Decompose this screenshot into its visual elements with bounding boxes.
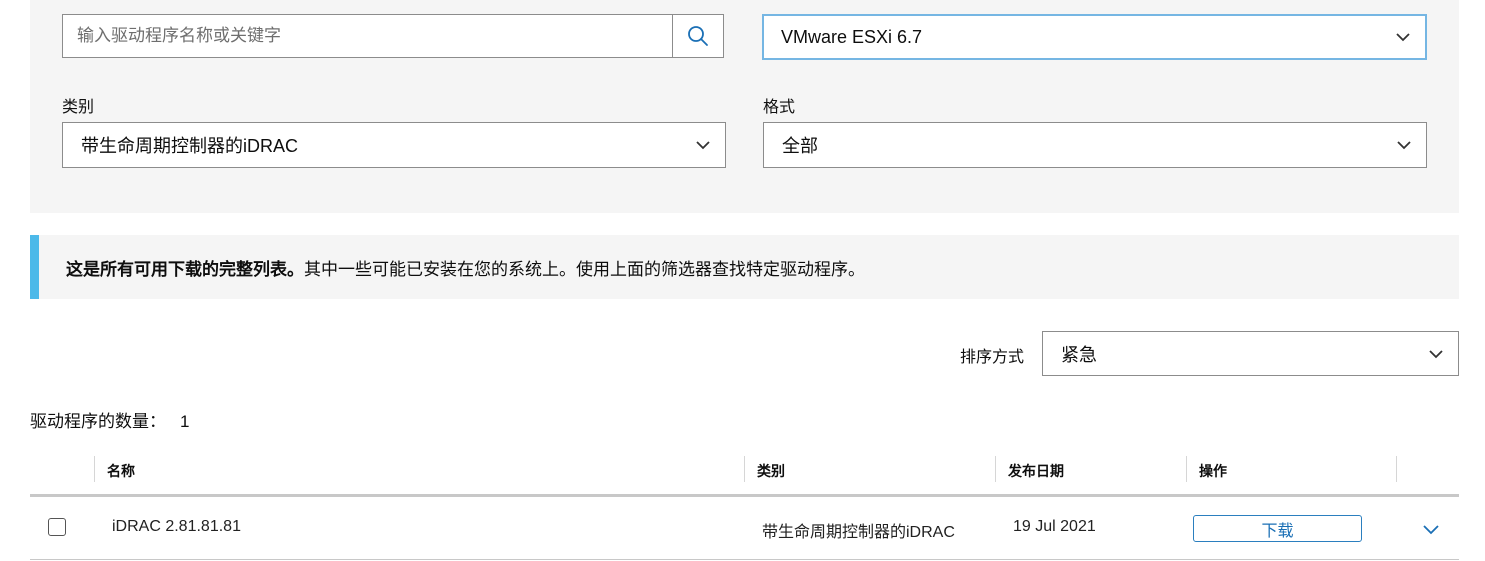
table-header-rule	[30, 494, 1459, 497]
column-divider	[995, 456, 996, 482]
notice-bold-text: 这是所有可用下载的完整列表。	[66, 259, 304, 279]
column-divider	[744, 456, 745, 482]
driver-count-label: 驱动程序的数量：	[30, 412, 166, 431]
category-select-value: 带生命周期控制器的iDRAC	[81, 136, 299, 156]
chevron-down-icon	[1396, 33, 1410, 42]
search-box	[62, 14, 724, 58]
row-date: 19 Jul 2021	[1013, 518, 1096, 535]
column-header-action: 操作	[1199, 463, 1227, 479]
download-button[interactable]: 下载	[1193, 515, 1362, 542]
format-select[interactable]: 全部	[763, 122, 1427, 168]
format-select-value: 全部	[782, 136, 818, 156]
category-label: 类别	[62, 99, 95, 116]
notice-text: 其中一些可能已安装在您的系统上。使用上面的筛选器查找特定驱动程序。	[304, 259, 865, 279]
column-divider	[94, 456, 95, 482]
row-category: 带生命周期控制器的iDRAC	[762, 524, 955, 541]
expand-row-icon[interactable]	[1422, 524, 1440, 536]
chevron-down-icon	[1429, 349, 1443, 358]
driver-count: 驱动程序的数量： 1	[30, 407, 189, 432]
row-name: iDRAC 2.81.81.81	[112, 518, 241, 535]
column-header-category: 类别	[757, 463, 785, 479]
search-button[interactable]	[672, 15, 723, 57]
os-select-value: VMware ESXi 6.7	[781, 26, 923, 47]
category-select[interactable]: 带生命周期控制器的iDRAC	[62, 122, 726, 168]
chevron-down-icon	[696, 141, 710, 150]
sort-select[interactable]: 紧急	[1042, 331, 1459, 376]
column-divider	[1396, 456, 1397, 482]
format-label: 格式	[763, 99, 796, 116]
driver-count-value: 1	[180, 412, 190, 431]
column-divider	[1186, 456, 1187, 482]
column-header-name: 名称	[107, 463, 135, 479]
sort-label: 排序方式	[960, 349, 1025, 366]
chevron-down-icon	[1397, 141, 1411, 150]
search-input[interactable]	[63, 15, 675, 57]
row-checkbox[interactable]	[48, 518, 66, 536]
info-notice: 这是所有可用下载的完整列表。 其中一些可能已安装在您的系统上。使用上面的筛选器查找…	[30, 235, 1459, 299]
sort-select-value: 紧急	[1061, 344, 1097, 365]
table-row-rule	[30, 559, 1459, 560]
search-icon	[688, 26, 708, 46]
column-header-date: 发布日期	[1008, 463, 1064, 479]
os-select[interactable]: VMware ESXi 6.7	[762, 14, 1427, 60]
